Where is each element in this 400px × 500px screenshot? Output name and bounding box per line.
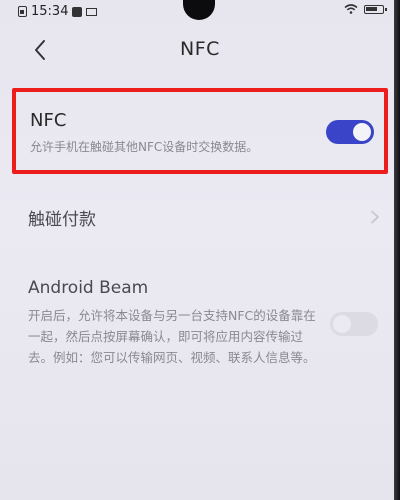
android-beam-title: Android Beam	[28, 278, 149, 298]
tap-to-pay-row[interactable]: 触碰付款	[12, 192, 388, 242]
toggle-knob	[333, 315, 351, 333]
wifi-icon	[344, 4, 358, 14]
status-time: 15:34	[31, 4, 69, 19]
status-left: 15:34	[18, 4, 98, 19]
nfc-title: NFC	[30, 110, 67, 131]
nfc-setting-row[interactable]: NFC 允许手机在触碰其他NFC设备时交换数据。	[12, 88, 388, 174]
phone-screen: 15:34 NFC NFC 允许手机在触碰其他NFC设备时交换数据。 触碰付款 …	[0, 0, 400, 500]
battery-icon	[364, 4, 387, 14]
phone-bezel	[394, 0, 400, 500]
notification-app-icon	[72, 6, 83, 17]
toggle-knob	[353, 123, 371, 141]
status-right	[344, 4, 387, 14]
mail-icon	[86, 7, 98, 16]
android-beam-description: 开启后，允许将本设备与另一台支持NFC的设备靠在一起，然后点按屏幕确认，即可将应…	[28, 308, 316, 365]
sim-card-icon	[18, 6, 27, 17]
header: NFC	[0, 28, 400, 72]
android-beam-row[interactable]: Android Beam 开启后，允许将本设备与另一台支持NFC的设备靠在一起，…	[12, 270, 388, 390]
chevron-right-icon	[371, 210, 379, 224]
nfc-description: 允许手机在触碰其他NFC设备时交换数据。	[30, 140, 259, 154]
android-beam-toggle[interactable]	[330, 312, 378, 336]
tap-to-pay-label: 触碰付款	[28, 210, 96, 230]
nfc-toggle[interactable]	[326, 120, 374, 144]
page-title: NFC	[180, 38, 220, 60]
